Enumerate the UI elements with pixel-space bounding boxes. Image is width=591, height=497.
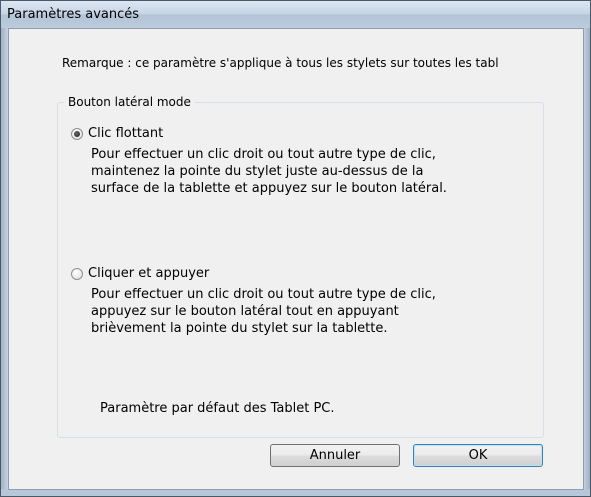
default-setting-note: Paramètre par défaut des Tablet PC.	[100, 401, 335, 416]
dialog-body: Remarque : ce paramètre s'applique à tou…	[8, 28, 584, 490]
title-bar[interactable]: Paramètres avancés	[1, 1, 590, 28]
group-label: Bouton latéral mode	[64, 95, 195, 109]
description-line: surface de la tablette et appuyez sur le…	[91, 181, 447, 196]
cancel-button[interactable]: Annuler	[270, 444, 400, 467]
window-frame-bottom	[1, 489, 590, 496]
radio-button-unchecked[interactable]	[71, 267, 83, 280]
description-line: Pour effectuer un clic droit ou tout aut…	[91, 287, 436, 302]
radio-label-click-and-tap[interactable]: Cliquer et appuyer	[88, 266, 209, 281]
click-and-tap-description: Pour effectuer un clic droit ou tout aut…	[91, 286, 436, 337]
window-frame-left	[1, 28, 8, 496]
description-line: brièvement la pointe du stylet sur la ta…	[91, 321, 388, 336]
radio-click-and-tap[interactable]: Cliquer et appuyer	[71, 266, 209, 281]
radio-button-checked[interactable]	[71, 127, 83, 140]
advanced-settings-dialog: Paramètres avancés Remarque : ce paramèt…	[0, 0, 591, 497]
window-frame-right	[583, 28, 590, 496]
note-text: Remarque : ce paramètre s'applique à tou…	[62, 56, 499, 70]
description-line: maintenez la pointe du stylet juste au-d…	[91, 164, 424, 179]
description-line: Pour effectuer un clic droit ou tout aut…	[91, 147, 436, 162]
window-title: Paramètres avancés	[7, 7, 140, 22]
radio-hover-click[interactable]: Clic flottant	[71, 126, 163, 141]
radio-label-hover-click[interactable]: Clic flottant	[88, 126, 163, 141]
hover-click-description: Pour effectuer un clic droit ou tout aut…	[91, 146, 447, 197]
ok-button[interactable]: OK	[413, 444, 543, 467]
description-line: appuyez sur le bouton latéral tout en ap…	[91, 304, 399, 319]
